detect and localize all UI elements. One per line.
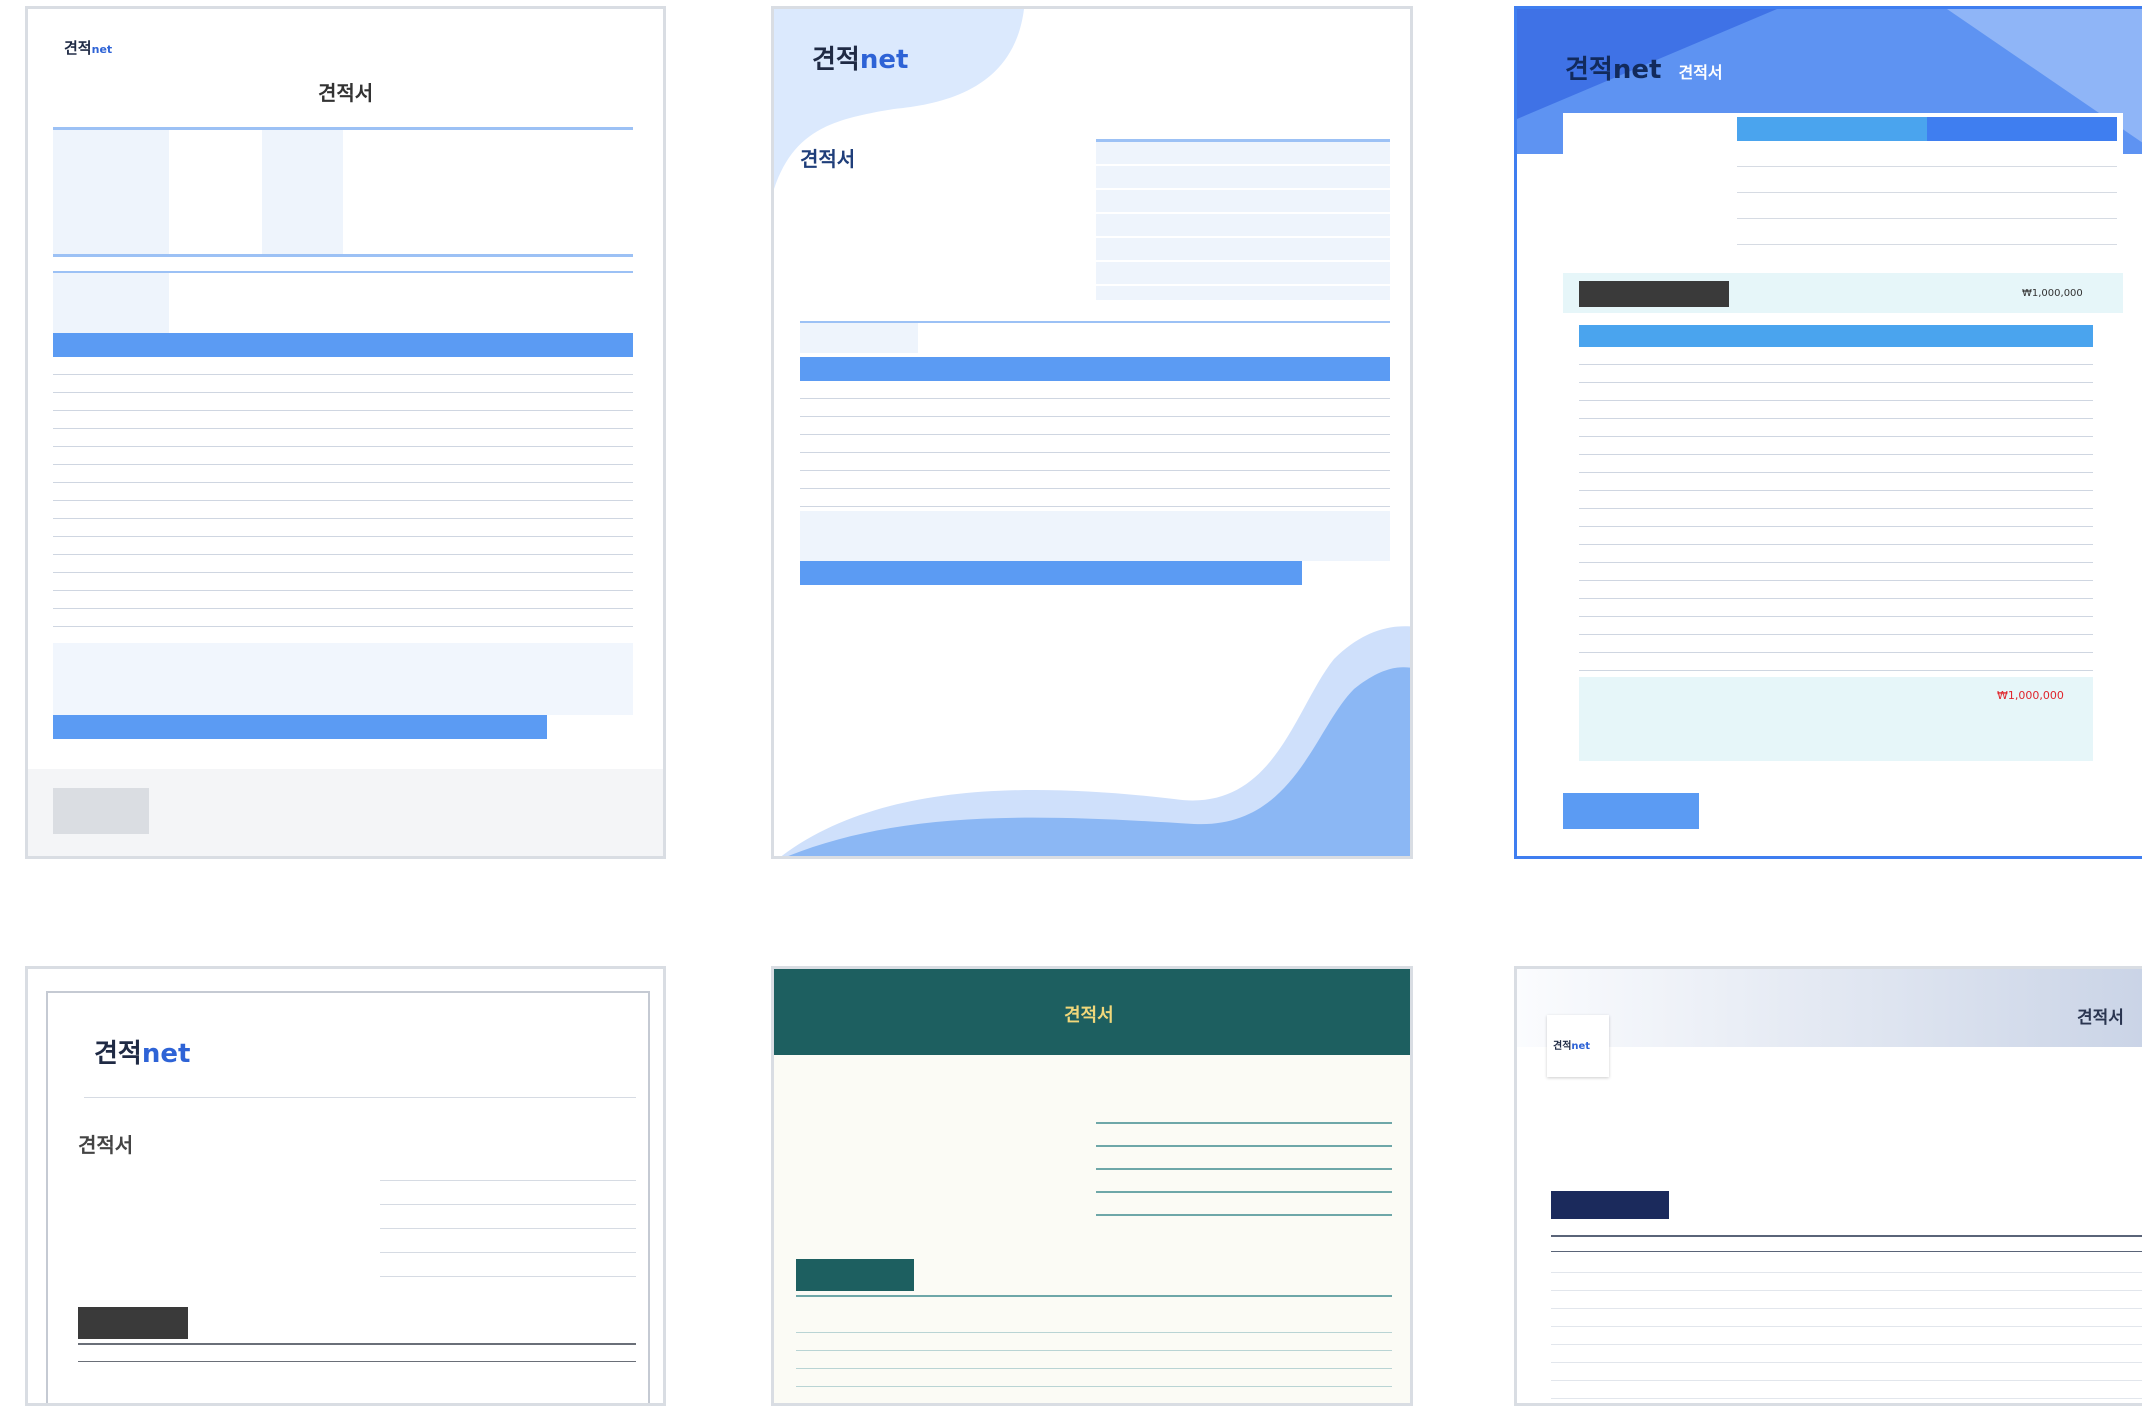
items-header-line bbox=[78, 1361, 636, 1362]
summary-box bbox=[53, 271, 633, 335]
logo-net: net bbox=[859, 45, 909, 75]
info-table bbox=[1096, 1101, 1392, 1219]
page-title: 견적서 bbox=[318, 81, 374, 105]
template-card-5[interactable]: 견적서 bbox=[771, 966, 1413, 1406]
logo-net: net bbox=[1612, 55, 1662, 85]
amount-label bbox=[796, 1259, 914, 1291]
items-table-header bbox=[1579, 325, 2093, 347]
divider bbox=[84, 1097, 636, 1098]
items-table-body bbox=[796, 1315, 1392, 1403]
items-table-header bbox=[800, 357, 1390, 381]
page-title: 견적서 bbox=[1064, 1005, 1114, 1026]
items-table-top bbox=[796, 1295, 1392, 1297]
template-card-3-selected[interactable]: 견적net 견적서 ₩1,000,000 ₩1,000,000 bbox=[1514, 6, 2142, 859]
items-table-top bbox=[78, 1343, 636, 1345]
amount-text: ₩1,000,000 bbox=[2022, 288, 2083, 299]
logo-net: net bbox=[141, 1039, 191, 1069]
logo: 견적net 견적서 bbox=[1565, 49, 1723, 86]
logo-main: 견적 bbox=[94, 1039, 142, 1069]
notes-button[interactable] bbox=[53, 788, 149, 834]
grand-total-bar bbox=[800, 561, 1302, 585]
logo: 견적net bbox=[812, 39, 908, 76]
items-table-body bbox=[53, 357, 633, 643]
template-card-6[interactable]: 견적서 견적net bbox=[1514, 966, 2142, 1406]
grand-total-bar bbox=[53, 715, 547, 739]
info-table bbox=[380, 1157, 636, 1277]
logo-main: 견적 bbox=[812, 45, 860, 75]
info-table bbox=[1096, 139, 1390, 300]
totals-area bbox=[53, 643, 633, 715]
logo: 견적net bbox=[94, 1033, 190, 1070]
notes-button[interactable] bbox=[1563, 793, 1699, 829]
totals-area bbox=[800, 511, 1390, 561]
amount-label bbox=[78, 1307, 188, 1339]
items-table-body bbox=[1579, 347, 2093, 677]
page-title: 견적서 bbox=[1678, 63, 1723, 82]
logo: 견적net bbox=[1553, 1037, 1590, 1052]
logo-main: 견적 bbox=[1553, 1041, 1572, 1052]
page-title: 견적서 bbox=[2077, 1008, 2124, 1028]
amount-label bbox=[1551, 1191, 1669, 1219]
template-card-4[interactable]: 견적net 견적서 bbox=[25, 966, 666, 1406]
info-table bbox=[53, 127, 633, 257]
info-table-header bbox=[1737, 117, 2117, 141]
template-card-2[interactable]: 견적net 견적서 bbox=[771, 6, 1413, 859]
page-title: 견적서 bbox=[78, 1133, 134, 1157]
summary-box bbox=[800, 321, 1390, 353]
logo-main: 견적 bbox=[64, 39, 92, 57]
items-table-top bbox=[1551, 1235, 2142, 1237]
items-table-body bbox=[1551, 1255, 2142, 1403]
amount-text-red: ₩1,000,000 bbox=[1997, 689, 2064, 702]
page-title: 견적서 bbox=[800, 147, 856, 171]
logo: 견적net bbox=[64, 37, 112, 58]
header-band bbox=[1517, 969, 2142, 1047]
logo-net: net bbox=[1571, 1041, 1591, 1052]
info-table-body bbox=[1737, 141, 2117, 245]
logo-main: 견적 bbox=[1565, 55, 1613, 85]
items-table-body bbox=[800, 381, 1390, 511]
items-table-header bbox=[53, 333, 633, 357]
items-header-line bbox=[1551, 1251, 2142, 1252]
template-card-1[interactable]: 견적net 견적서 bbox=[25, 6, 666, 859]
amount-label bbox=[1579, 281, 1729, 307]
logo-net: net bbox=[91, 43, 113, 56]
